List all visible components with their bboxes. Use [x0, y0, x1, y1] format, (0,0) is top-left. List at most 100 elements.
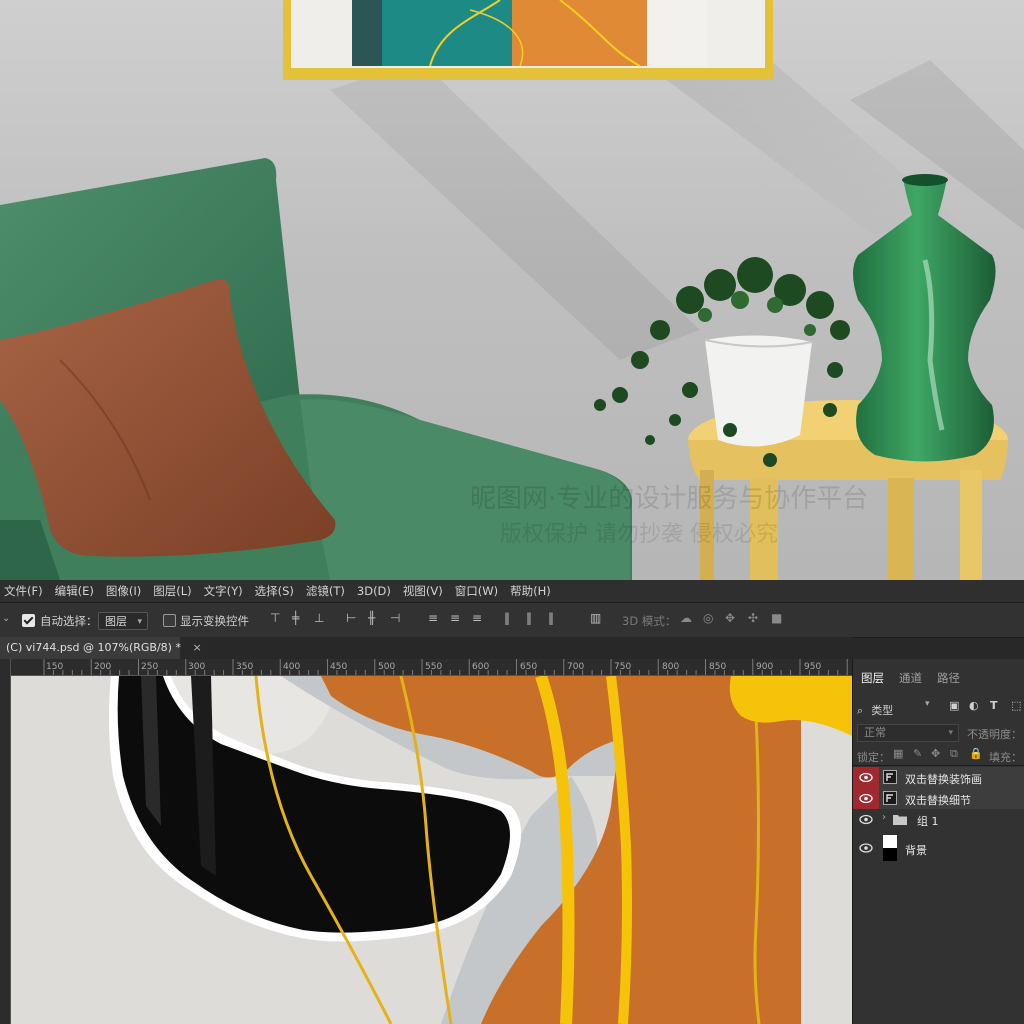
distribute-top-icon[interactable]: ≡: [428, 611, 438, 625]
document-tab-title: (C) vi744.psd @ 107%(RGB/8) *: [6, 641, 181, 654]
visibility-toggle[interactable]: [853, 767, 879, 788]
eye-icon: [859, 793, 873, 804]
auto-select-target-dropdown[interactable]: 图层 ▾: [98, 612, 148, 630]
ruler-tick-label: 950: [804, 662, 822, 672]
ruler-tick-label: 700: [567, 662, 585, 672]
visibility-toggle[interactable]: [853, 809, 879, 830]
lock-label: 锁定：: [857, 751, 890, 764]
menu-filter[interactable]: 滤镜(T): [302, 583, 353, 599]
menu-3d[interactable]: 3D(D): [353, 584, 399, 598]
fill-label: 填充：: [989, 751, 1022, 764]
menu-view[interactable]: 视图(V): [399, 583, 451, 599]
ruler-tick-label: 150: [46, 662, 64, 672]
folder-icon: [893, 815, 907, 825]
layer-row[interactable]: 双击替换装饰画: [853, 767, 1024, 788]
align-right-icon[interactable]: ⊣: [390, 611, 400, 625]
tab-paths[interactable]: 路径: [937, 670, 960, 686]
menu-window[interactable]: 窗口(W): [451, 583, 506, 599]
show-transform-checkbox[interactable]: [163, 614, 176, 627]
menu-edit[interactable]: 编辑(E): [51, 583, 102, 599]
align-top-icon[interactable]: ⊤: [270, 611, 280, 625]
layer-name[interactable]: 背景: [905, 842, 927, 858]
mode-3d-label: 3D 模式：: [622, 614, 677, 628]
3d-scale-icon[interactable]: ■: [771, 611, 782, 625]
layer-row[interactable]: › 组 1: [853, 809, 1024, 830]
close-tab-icon[interactable]: ×: [192, 641, 201, 654]
menu-file[interactable]: 文件(F): [0, 583, 51, 599]
filter-adjustment-icon[interactable]: ◐: [969, 699, 981, 712]
align-hcenter-icon[interactable]: ╫: [368, 611, 375, 625]
mockup-preview-photo: 昵图网·专业的设计服务与协作平台 版权保护 请勿抄袭 侵权必究: [0, 0, 1024, 580]
auto-align-icon[interactable]: ▥: [590, 611, 601, 625]
ruler-tick-label: 850: [709, 662, 727, 672]
layer-name[interactable]: 双击替换装饰画: [905, 771, 982, 787]
blend-mode-value: 正常: [864, 726, 886, 739]
vertical-ruler[interactable]: [0, 659, 11, 1024]
layers-panel: 图层 通道 路径 ⌕ 类型 ▾ ▣ ◐ T ⬚ 正常 ▾ 不透明度： 锁定： ▦…: [852, 659, 1024, 1024]
layer-name[interactable]: 双击替换细节: [905, 792, 971, 808]
layer-row[interactable]: 双击替换细节: [853, 788, 1024, 809]
distribute-bottom-icon[interactable]: ≡: [472, 611, 482, 625]
ruler-tick-label: 250: [141, 662, 159, 672]
document-tab[interactable]: (C) vi744.psd @ 107%(RGB/8) * ×: [0, 637, 202, 659]
3d-slide-icon[interactable]: ✣: [748, 611, 758, 625]
ruler-tick-label: 500: [378, 662, 396, 672]
lock-brush-icon[interactable]: ✎: [913, 747, 922, 760]
menu-type[interactable]: 文字(Y): [200, 583, 251, 599]
document-canvas[interactable]: [11, 676, 852, 1024]
layer-filter-dropdown[interactable]: ⌕ 类型 ▾: [857, 699, 937, 717]
chevron-down-icon: ▾: [925, 699, 930, 709]
ruler-tick-label: 600: [472, 662, 490, 672]
menu-layer[interactable]: 图层(L): [149, 583, 199, 599]
lock-pixels-icon[interactable]: ▦: [893, 747, 903, 760]
auto-select-label: 自动选择：: [40, 614, 98, 628]
menu-help[interactable]: 帮助(H): [506, 583, 559, 599]
opacity-label: 不透明度：: [967, 728, 1022, 741]
ruler-tick-label: 750: [614, 662, 632, 672]
expand-chevron-icon[interactable]: ›: [882, 812, 886, 823]
layer-filter-value: 类型: [871, 704, 894, 717]
menu-image[interactable]: 图像(I): [102, 583, 149, 599]
ruler-tick-label: 800: [662, 662, 680, 672]
menu-bar: 文件(F) 编辑(E) 图像(I) 图层(L) 文字(Y) 选择(S) 滤镜(T…: [0, 580, 1024, 602]
tool-preset-chevron-icon[interactable]: ⌄: [2, 613, 10, 624]
3d-pan-icon[interactable]: ✥: [725, 611, 735, 625]
auto-select-checkbox[interactable]: [22, 614, 35, 627]
show-transform-label: 显示变换控件: [180, 614, 249, 628]
distribute-left-icon[interactable]: ‖: [504, 611, 510, 625]
eye-icon: [859, 814, 873, 825]
tab-channels[interactable]: 通道: [899, 670, 922, 686]
ruler-tick-label: 450: [330, 662, 348, 672]
distribute-right-icon[interactable]: ‖: [548, 611, 554, 625]
watermark-line-1: 昵图网·专业的设计服务与协作平台: [470, 484, 869, 514]
ruler-tick-label: 350: [236, 662, 254, 672]
align-left-icon[interactable]: ⊢: [346, 611, 356, 625]
align-bottom-icon[interactable]: ⊥: [314, 611, 324, 625]
layer-row[interactable]: 背景: [853, 835, 1024, 861]
distribute-hcenter-icon[interactable]: ‖: [526, 611, 532, 625]
filter-type-icon[interactable]: T: [990, 699, 1002, 712]
3d-roll-icon[interactable]: ◎: [703, 611, 713, 625]
tab-layers[interactable]: 图层: [861, 670, 884, 686]
ruler-tick-label: 550: [425, 662, 443, 672]
menu-select[interactable]: 选择(S): [251, 583, 302, 599]
distribute-vcenter-icon[interactable]: ≡: [450, 611, 460, 625]
ruler-tick-label: 900: [756, 662, 774, 672]
lock-all-icon[interactable]: 🔒: [969, 747, 983, 760]
blend-mode-dropdown[interactable]: 正常 ▾: [857, 724, 959, 742]
eye-icon: [859, 843, 873, 853]
smart-object-thumbnail-icon: [883, 791, 897, 805]
lock-artboard-icon[interactable]: ⧉: [950, 747, 958, 761]
filter-shape-icon[interactable]: ⬚: [1011, 699, 1023, 712]
divider: [853, 765, 1024, 766]
layer-name[interactable]: 组 1: [917, 813, 939, 829]
visibility-toggle[interactable]: [853, 835, 879, 861]
filter-pixel-icon[interactable]: ▣: [949, 699, 961, 712]
horizontal-ruler[interactable]: 150 200 250 300 350 400 450 500 550 600 …: [10, 659, 852, 676]
background-thumbnail-icon: [883, 835, 897, 861]
lock-position-icon[interactable]: ✥: [931, 747, 940, 760]
ruler-tick-label: 200: [94, 662, 112, 672]
visibility-toggle[interactable]: [853, 788, 879, 809]
align-vcenter-icon[interactable]: ╪: [292, 611, 299, 625]
3d-orbit-icon[interactable]: ☁: [680, 611, 692, 625]
